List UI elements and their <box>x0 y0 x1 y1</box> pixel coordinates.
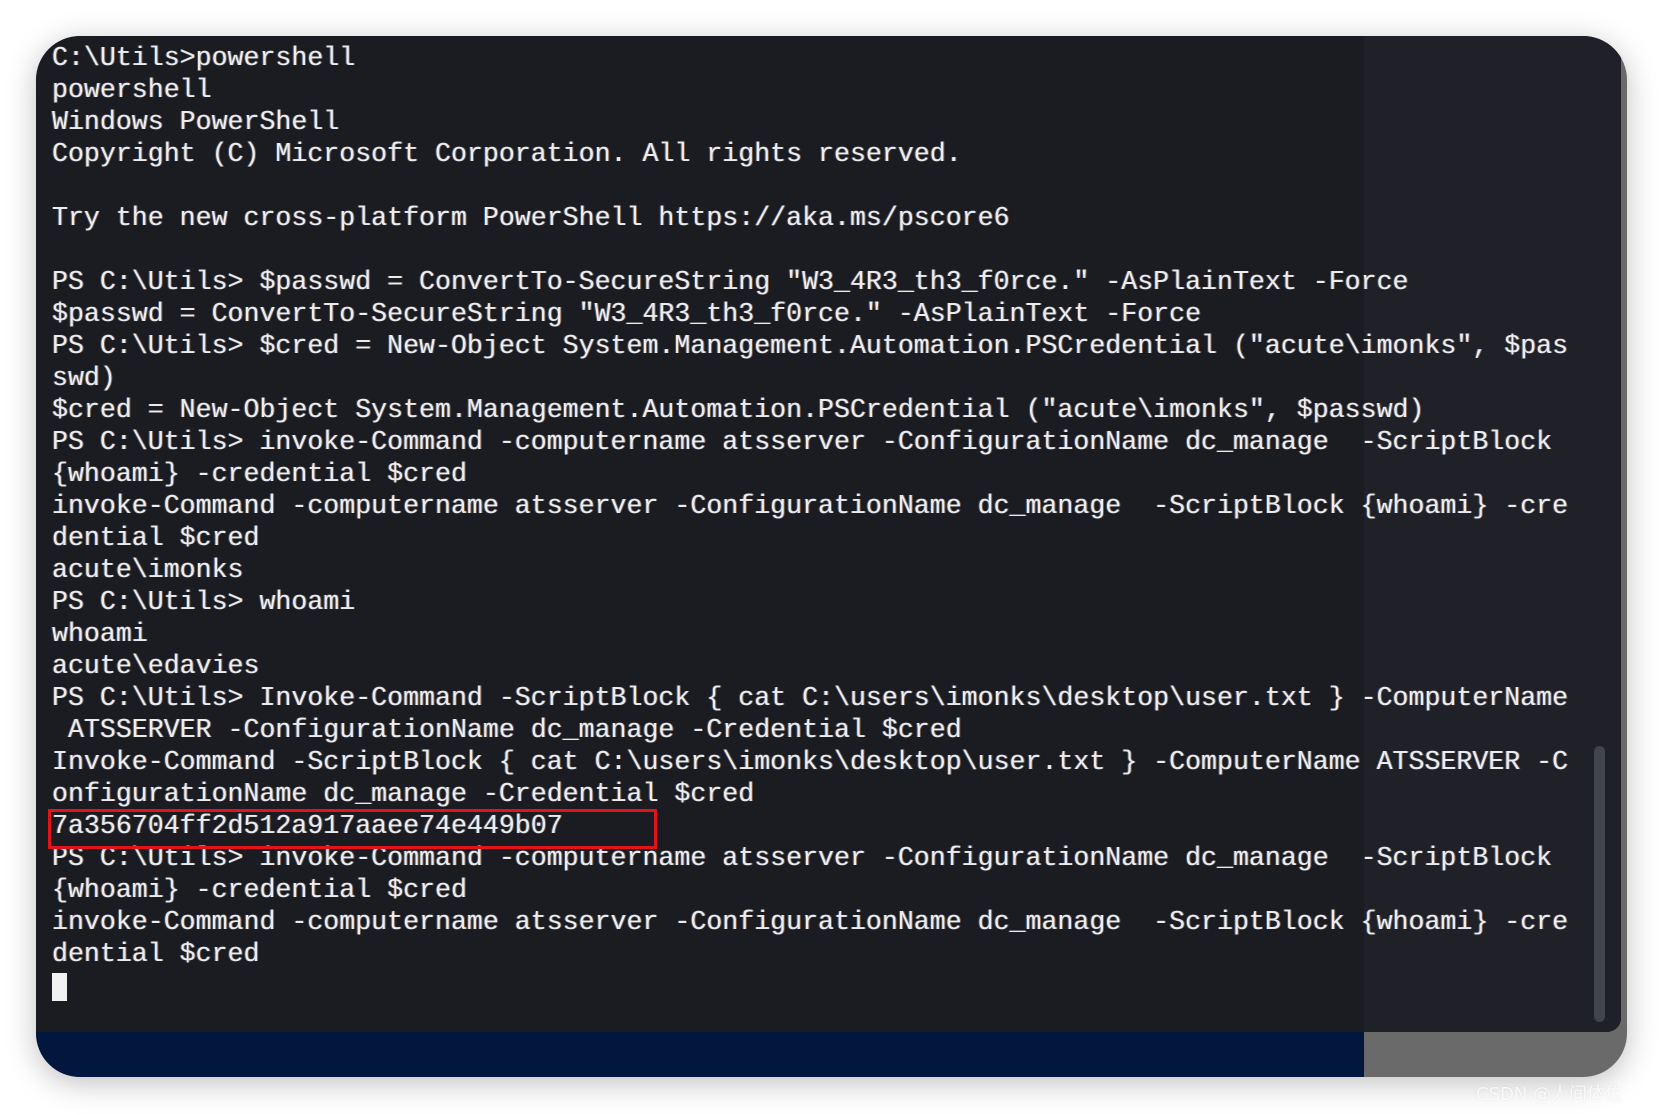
terminal-line: powershell <box>52 75 212 105</box>
terminal-line: acute\imonks <box>52 555 244 585</box>
terminal-line: PS C:\Utils> whoami <box>52 587 356 617</box>
terminal-console[interactable]: C:\Utils>powershell powershell Windows Pow… <box>36 36 1621 1032</box>
terminal-line: Invoke-Command -ScriptBlock { cat C:\use… <box>52 747 1569 777</box>
terminal-line: PS C:\Utils> $passwd = ConvertTo-SecureS… <box>52 267 1409 297</box>
terminal-line: invoke-Command -computername atsserver -… <box>52 491 1569 521</box>
terminal-line: invoke-Command -computername atsserver -… <box>52 907 1569 937</box>
terminal-line: {whoami} -credential $cred <box>52 459 467 489</box>
terminal-line: ATSSERVER -ConfigurationName dc_manage -… <box>52 715 962 745</box>
terminal-line: Windows PowerShell <box>52 107 340 137</box>
terminal-line: PS C:\Utils> Invoke-Command -ScriptBlock… <box>52 683 1569 713</box>
terminal-line: Copyright (C) Microsoft Corporation. All… <box>52 139 962 169</box>
terminal-line: {whoami} -credential $cred <box>52 875 467 905</box>
terminal-line: acute\edavies <box>52 651 260 681</box>
terminal-line: Try the new cross-platform PowerShell ht… <box>52 203 1010 233</box>
terminal-window: C:\Utils>powershell powershell Windows Pow… <box>36 36 1627 1077</box>
terminal-line: swd) <box>52 363 116 393</box>
taskbar-strip <box>36 1032 1364 1077</box>
scrollbar[interactable] <box>1594 746 1605 1022</box>
terminal-line: PS C:\Utils> invoke-Command -computernam… <box>52 427 1553 457</box>
flag-highlight-box <box>48 809 657 849</box>
terminal-line: whoami <box>52 619 148 649</box>
terminal-line: PS C:\Utils> $cred = New-Object System.M… <box>52 331 1569 361</box>
terminal-line: $cred = New-Object System.Management.Aut… <box>52 395 1425 425</box>
terminal-line: dential $cred <box>52 523 260 553</box>
text-cursor <box>52 973 67 1001</box>
watermark: CSDN @人间体佐 <box>1476 1084 1624 1105</box>
terminal-line: dential $cred <box>52 939 260 969</box>
terminal-line: $passwd = ConvertTo-SecureString "W3_4R3… <box>52 299 1202 329</box>
terminal-line: C:\Utils>powershell <box>52 43 356 73</box>
terminal-line: onfigurationName dc_manage -Credential $… <box>52 779 755 809</box>
